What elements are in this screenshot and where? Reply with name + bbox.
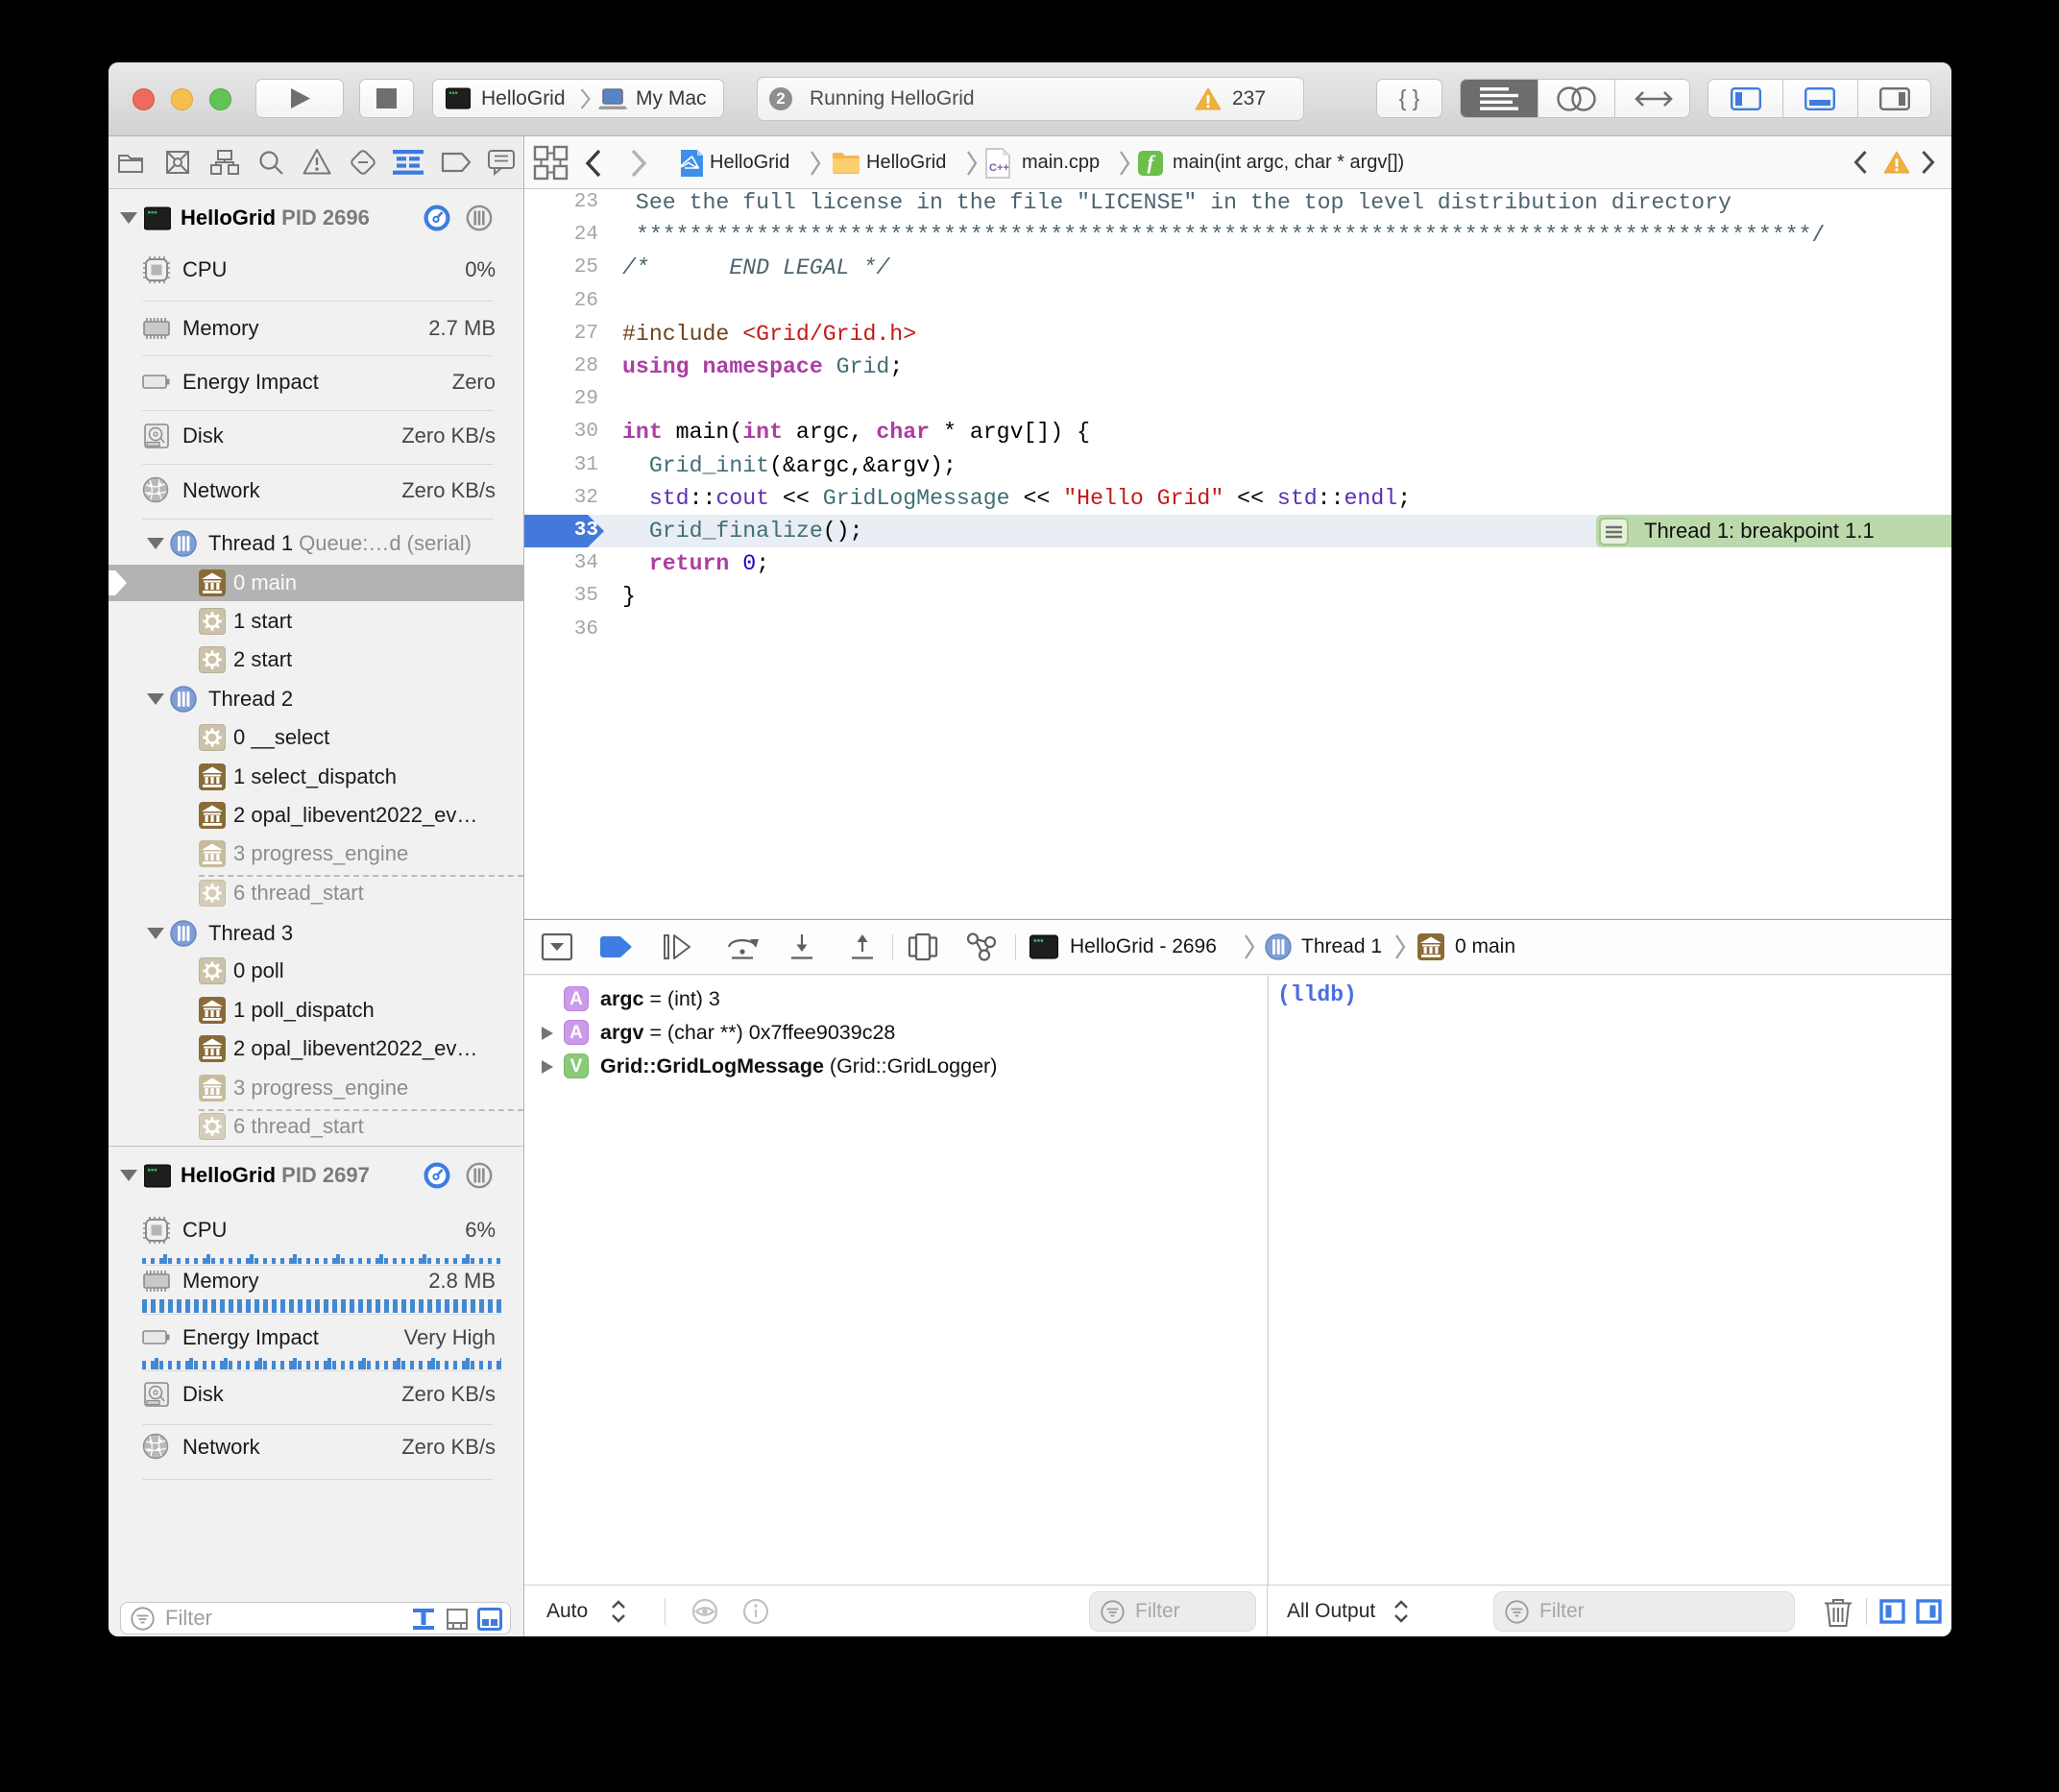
svg-text:C++: C++ <box>989 162 1009 174</box>
